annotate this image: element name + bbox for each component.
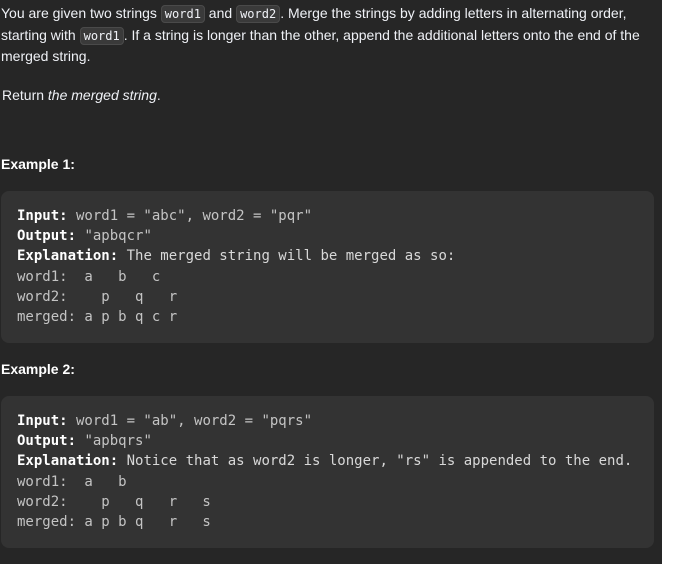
input-label: Input: (17, 208, 68, 224)
diagram-merged: merged: a p b q r s (17, 514, 211, 531)
explanation-value: Notice that as word2 is longer, "rs" is … (118, 453, 633, 470)
statement-text: and (204, 5, 237, 21)
return-suffix: . (156, 87, 161, 103)
word1-code: word1 (160, 5, 205, 23)
output-label: Output: (17, 228, 77, 245)
return-statement: Return the merged string. (1, 82, 659, 106)
word2-code: word2 (236, 5, 281, 23)
example-1-title: Example 1: (1, 156, 75, 172)
return-emphasis: the merged string (47, 87, 157, 103)
example-2-title: Example 2: (1, 361, 75, 377)
example-1-box: Input: word1 = "abc", word2 = "pqr" Outpu… (1, 191, 654, 343)
output-value: "apbqrs" (76, 433, 152, 450)
diagram-word1: word1: a b c (17, 268, 161, 285)
output-label: Output: (17, 433, 77, 450)
input-value: word1 = "ab", word2 = "pqrs" (67, 413, 313, 429)
example-2-content: Input: word1 = "ab", word2 = "pqrs" Outpu… (1, 396, 654, 547)
explanation-value: The merged string will be merged as so: (118, 248, 456, 265)
problem-description-panel: You are given two strings word1 and word… (0, 0, 662, 564)
word1-code: word1 (79, 26, 124, 45)
problem-statement: You are given two strings word1 and word… (0, 0, 658, 67)
input-label: Input: (17, 413, 68, 429)
diagram-word2: word2: p q r s (17, 493, 211, 510)
diagram-merged: merged: a p b q c r (17, 309, 178, 326)
diagram-word2: word2: p q r (17, 288, 178, 305)
example-1-content: Input: word1 = "abc", word2 = "pqr" Outpu… (1, 191, 654, 342)
explanation-label: Explanation: (17, 453, 119, 470)
example-2-box: Input: word1 = "ab", word2 = "pqrs" Outpu… (1, 396, 654, 548)
statement-text: You are given two strings (1, 5, 161, 21)
diagram-word1: word1: a b (17, 473, 127, 490)
explanation-label: Explanation: (17, 248, 119, 265)
return-prefix: Return (2, 87, 48, 103)
input-value: word1 = "abc", word2 = "pqr" (67, 208, 313, 224)
output-value: "apbqcr" (76, 228, 152, 245)
